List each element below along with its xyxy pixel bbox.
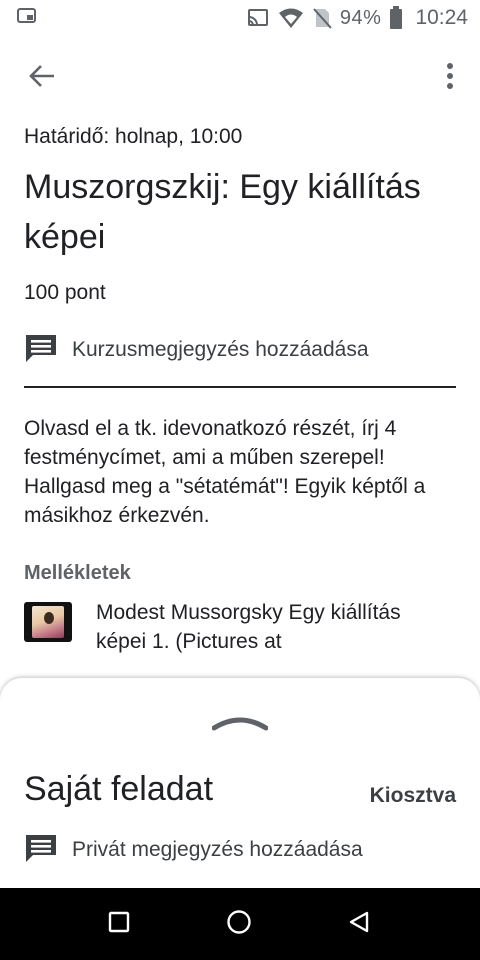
your-work-title: Saját feladat bbox=[24, 770, 214, 808]
comment-icon bbox=[24, 333, 58, 368]
divider bbox=[24, 386, 456, 388]
more-options-button[interactable] bbox=[438, 60, 462, 96]
comment-icon bbox=[24, 833, 58, 868]
expand-sheet-handle[interactable] bbox=[211, 714, 269, 737]
assignment-status: Kiosztva bbox=[369, 784, 456, 807]
assignment-details: Határidő: holnap, 10:00 Muszorgszkij: Eg… bbox=[24, 120, 456, 656]
battery-percent: 94% bbox=[339, 6, 382, 29]
clock: 10:24 bbox=[415, 6, 468, 29]
nav-back-button[interactable] bbox=[339, 904, 379, 944]
add-private-comment-label: Privát megjegyzés hozzáadása bbox=[72, 838, 363, 861]
attachment-item[interactable]: Modest Mussorgsky Egy kiállítás képei 1.… bbox=[24, 598, 456, 656]
attachment-title: Modest Mussorgsky Egy kiállítás képei 1.… bbox=[96, 601, 401, 653]
app-bar bbox=[0, 48, 480, 108]
home-circle-icon bbox=[226, 909, 252, 940]
back-arrow-icon bbox=[28, 62, 56, 95]
system-nav-bar bbox=[0, 888, 480, 960]
add-class-comment-label: Kurzusmegjegyzés hozzáadása bbox=[72, 338, 369, 361]
status-bar: 94% 10:24 bbox=[0, 0, 480, 36]
your-work-sheet: Saját feladat Kiosztva Privát megjegyzés… bbox=[0, 678, 480, 888]
attachment-thumbnail bbox=[24, 602, 72, 642]
recents-square-icon bbox=[108, 911, 130, 938]
due-date: Határidő: holnap, 10:00 bbox=[24, 125, 243, 148]
back-button[interactable] bbox=[22, 60, 62, 96]
add-class-comment-button[interactable]: Kurzusmegjegyzés hozzáadása bbox=[24, 328, 456, 372]
more-vert-icon bbox=[446, 62, 454, 95]
recents-button[interactable] bbox=[99, 904, 139, 944]
assignment-title: Muszorgszkij: Egy kiállítás képei bbox=[24, 168, 421, 256]
attachments-heading: Mellékletek bbox=[24, 562, 131, 584]
points: 100 pont bbox=[24, 281, 106, 304]
home-button[interactable] bbox=[219, 904, 259, 944]
assignment-description: Olvasd el a tk. idevonatkozó részét, írj… bbox=[24, 417, 426, 527]
add-private-comment-button[interactable]: Privát megjegyzés hozzáadása bbox=[24, 828, 363, 872]
chevron-up-icon bbox=[211, 717, 269, 736]
back-triangle-icon bbox=[347, 910, 371, 939]
no-sim-icon bbox=[312, 7, 332, 29]
cast-icon bbox=[246, 7, 270, 29]
battery-icon bbox=[389, 6, 403, 30]
device-icon bbox=[16, 6, 38, 31]
wifi-icon bbox=[278, 7, 304, 29]
